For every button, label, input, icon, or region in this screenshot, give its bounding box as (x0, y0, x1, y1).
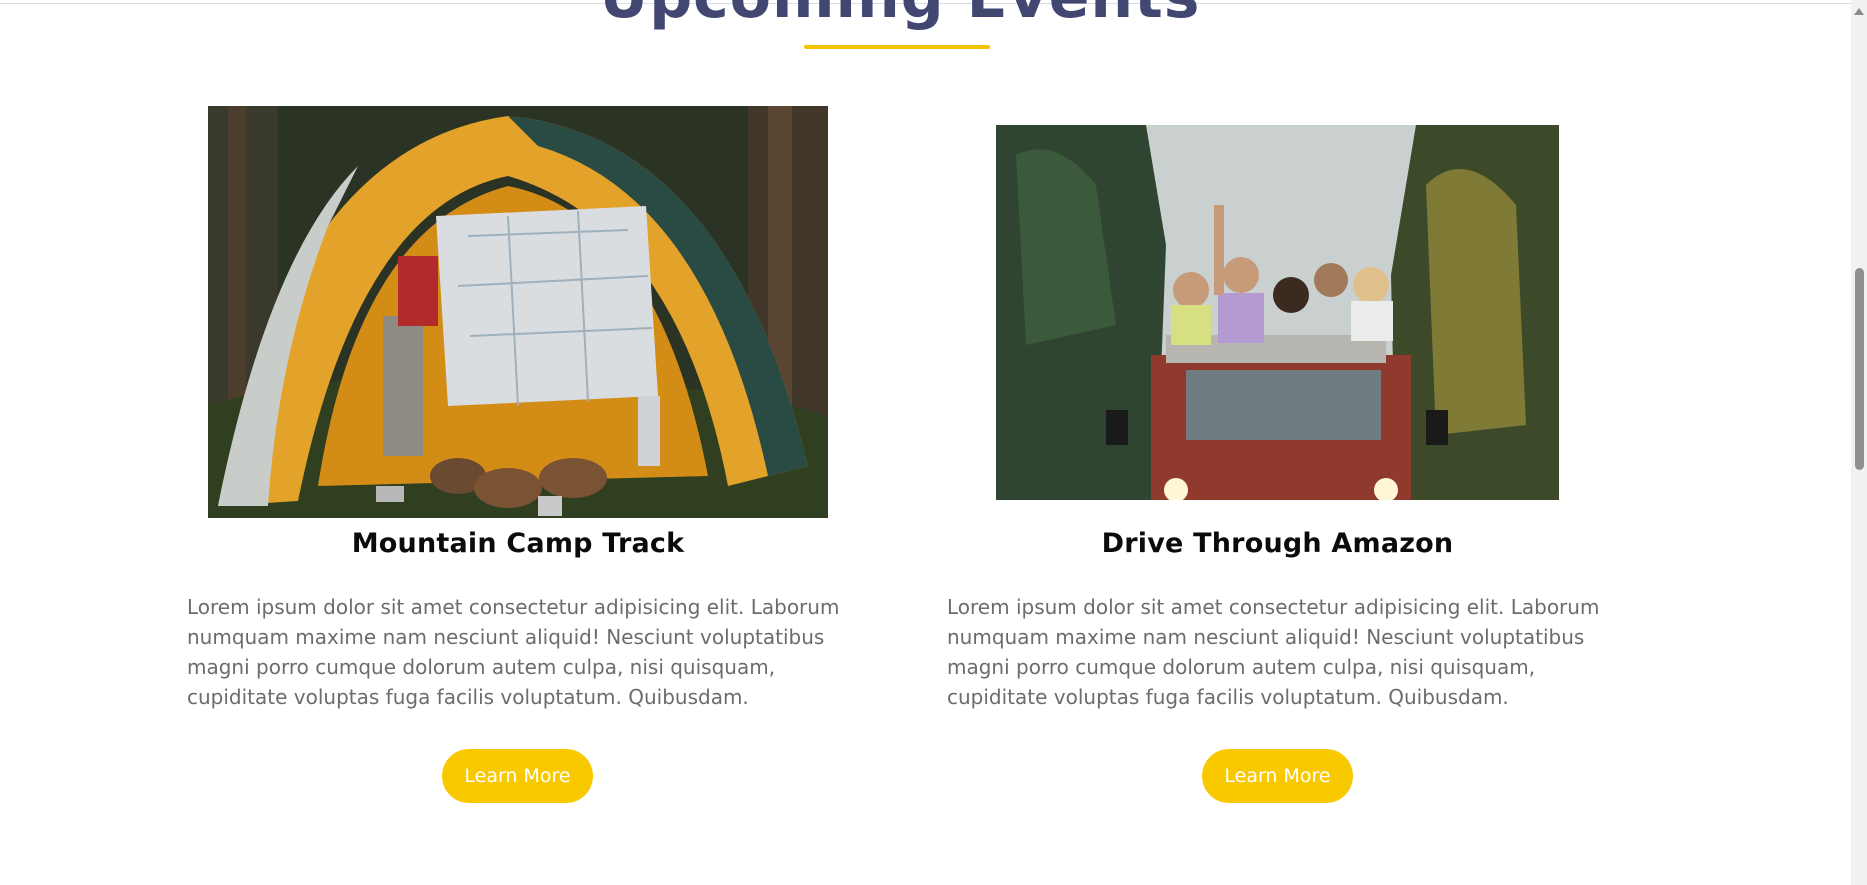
title-underline (804, 45, 990, 49)
event-title: Mountain Camp Track (351, 528, 685, 559)
event-image-camping (208, 106, 828, 518)
scroll-up-arrow-icon[interactable] (1854, 8, 1864, 15)
scrollbar-thumb[interactable] (1855, 268, 1864, 470)
vertical-scrollbar[interactable] (1851, 0, 1867, 885)
learn-more-button[interactable]: Learn More (1202, 749, 1353, 803)
event-description: Lorem ipsum dolor sit amet consectetur a… (187, 595, 840, 709)
learn-more-button[interactable]: Learn More (442, 749, 593, 803)
event-image-van (996, 125, 1559, 500)
section-title: Upcoming Events (0, 0, 1800, 32)
event-title: Drive Through Amazon (1101, 528, 1454, 559)
event-description: Lorem ipsum dolor sit amet consectetur a… (947, 595, 1600, 709)
